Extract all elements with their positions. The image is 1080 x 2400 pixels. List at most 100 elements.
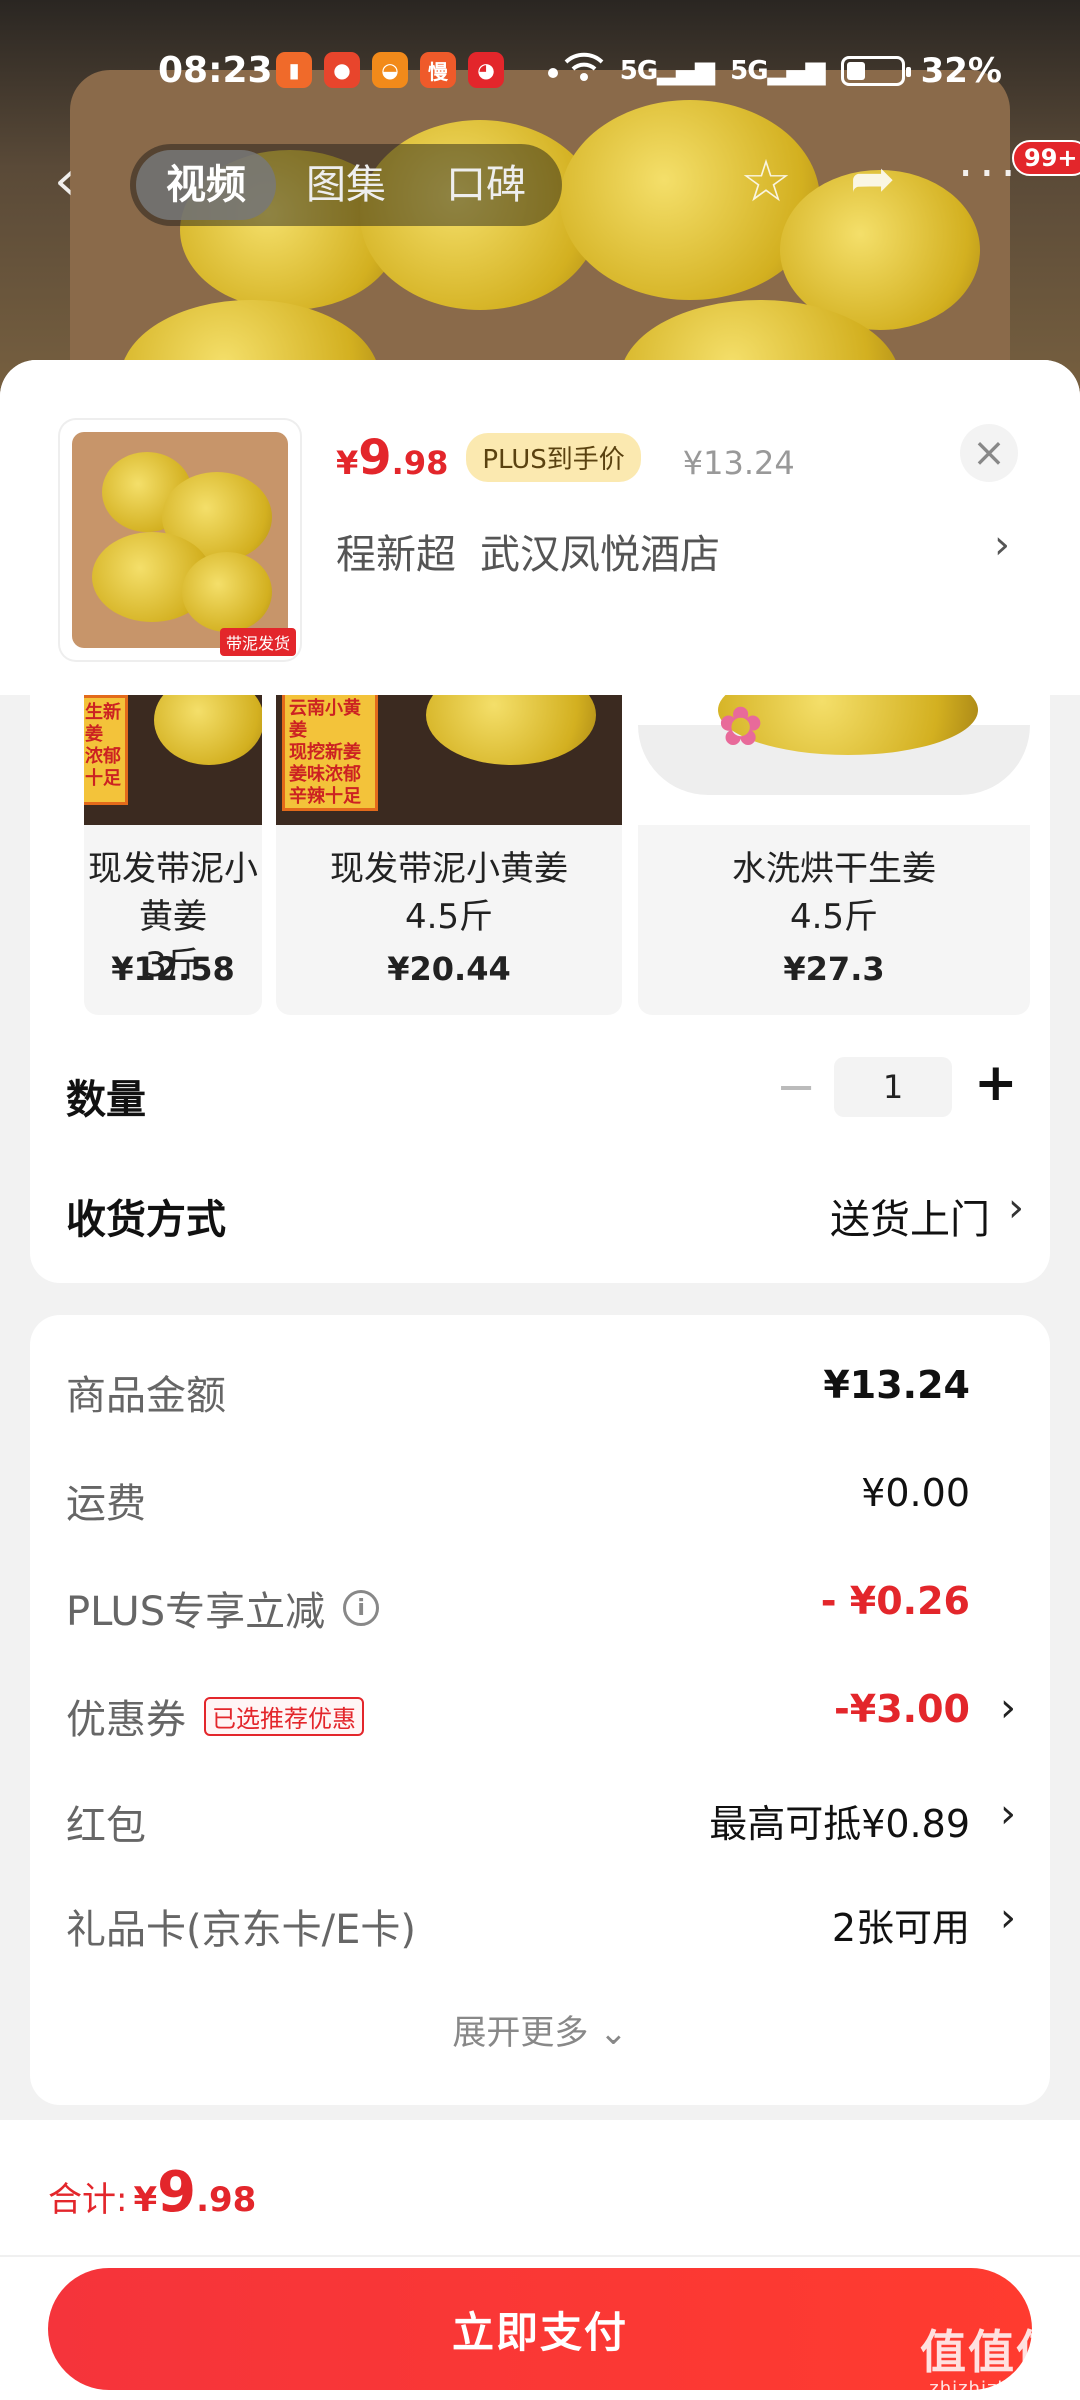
goods-amount-label: 商品金额 <box>66 1373 226 1419</box>
product-header: 带泥发货 ¥9.98 PLUS到手价 ¥13.24 × 程新超 武汉凤悦酒店 › <box>0 360 1080 695</box>
variant-price: ¥20.44 <box>387 950 511 988</box>
plus-price-tag: PLUS到手价 <box>466 433 641 482</box>
recommended-coupon-tag: 已选推荐优惠 <box>204 1696 364 1736</box>
red-packet-row[interactable]: 红包 最高可抵¥0.89 › <box>66 1785 1016 1855</box>
expand-more-button[interactable]: 展开更多 ⌄ <box>30 2005 1050 2054</box>
tab-reviews[interactable]: 口碑 <box>416 150 556 220</box>
freight-label: 运费 <box>66 1481 146 1527</box>
freight-value: ¥0.00 <box>861 1471 970 1515</box>
bottom-action-bar: 合计: ¥ 9 .98 立即支付 <box>0 2120 1080 2400</box>
chevron-right-icon[interactable]: › <box>1000 1685 1016 1731</box>
variant-sticker: 生新姜 浓郁 十足 <box>84 695 128 805</box>
man-app-icon: 慢 <box>420 52 456 88</box>
quantity-label: 数量 <box>66 1077 146 1123</box>
chevron-right-icon[interactable]: › <box>1000 1895 1016 1941</box>
status-bar: 08:23 ▮ ● ◒ 慢 ◕ 5G▂▄▆ 5G▂▄▆ 32% <box>0 0 1080 140</box>
tomato-app-icon: ● <box>324 52 360 88</box>
price-decimal: .98 <box>391 444 449 482</box>
ginger-shape <box>182 552 272 632</box>
back-icon[interactable]: ‹ <box>54 154 76 208</box>
ginger-shape <box>154 695 262 765</box>
plus-discount-value: - ¥0.26 <box>820 1579 970 1623</box>
quantity-decrease-button[interactable]: − <box>776 1059 816 1115</box>
chevron-right-icon[interactable]: › <box>1000 1791 1016 1837</box>
variant-price: ¥12.58 <box>111 950 235 988</box>
product-image <box>72 432 288 648</box>
shipping-method-label: 收货方式 <box>66 1197 226 1243</box>
gift-card-row[interactable]: 礼品卡(京东卡/E卡) 2张可用 › <box>66 1889 1016 1959</box>
status-time: 08:23 <box>158 50 273 91</box>
pay-now-button[interactable]: 立即支付 <box>48 2268 1032 2390</box>
coupon-value: -¥3.00 <box>834 1687 970 1731</box>
plus-discount-text: PLUS专享立减 <box>66 1589 326 1635</box>
more-notifications-dot <box>548 68 558 78</box>
price-summary-card: 商品金额 ¥13.24 运费 ¥0.00 PLUS专享立减 i - ¥0.26 … <box>30 1315 1050 2105</box>
goods-amount-value: ¥13.24 <box>823 1363 970 1407</box>
delivery-address: 武汉凤悦酒店 <box>480 532 720 578</box>
mud-shipping-tag: 带泥发货 <box>219 628 296 656</box>
variant-name: 水洗烘干生姜 4.5斤 <box>732 849 936 937</box>
status-right-group: 5G▂▄▆ 5G▂▄▆ 32% <box>564 50 1002 91</box>
variant-price: ¥27.3 <box>783 950 885 988</box>
wifi-icon <box>564 50 604 91</box>
gift-card-label: 礼品卡(京东卡/E卡) <box>66 1907 416 1953</box>
favorite-star-icon[interactable]: ☆ <box>740 152 792 210</box>
ginger-shape <box>426 695 596 765</box>
battery-percent: 32% <box>920 50 1002 91</box>
red-packet-value: 最高可抵¥0.89 <box>709 1802 970 1846</box>
variant-list: 生新姜 浓郁 十足 现发带泥小黄姜 3斤 ¥12.58 云南小黄姜 现挖新姜 姜… <box>84 695 1030 1015</box>
tab-video[interactable]: 视频 <box>136 150 276 220</box>
total-decimal: .98 <box>196 2180 257 2220</box>
info-icon[interactable]: i <box>343 1590 380 1626</box>
variant-item[interactable]: ✿ 水洗烘干生姜 4.5斤 ¥27.3 <box>638 695 1030 1015</box>
freight-row: 运费 ¥0.00 <box>66 1463 1016 1533</box>
flower-icon: ✿ <box>718 695 764 758</box>
plus-price: ¥9.98 <box>336 430 448 486</box>
options-card: 生新姜 浓郁 十足 现发带泥小黄姜 3斤 ¥12.58 云南小黄姜 现挖新姜 姜… <box>30 695 1050 1283</box>
recipient-name: 程新超 <box>336 532 456 578</box>
signal-icon: 5G▂▄▆ <box>730 55 825 86</box>
chevron-right-icon[interactable]: › <box>994 522 1010 568</box>
variant-image: ✿ <box>638 695 1030 825</box>
variant-sticker: 云南小黄姜 现挖新姜 姜味浓郁 辛辣十足 <box>282 695 378 811</box>
product-thumbnail[interactable]: 带泥发货 <box>60 420 300 660</box>
chevron-right-icon[interactable]: › <box>1008 1185 1024 1231</box>
close-button[interactable]: × <box>960 424 1018 482</box>
price-currency: ¥ <box>336 444 359 482</box>
coupon-label: 优惠券 已选推荐优惠 <box>66 1687 364 1745</box>
gift-card-value: 2张可用 <box>831 1906 970 1950</box>
price-integer: 9 <box>358 430 392 486</box>
message-badge: 99+ <box>1012 140 1080 176</box>
quantity-input[interactable]: 1 <box>834 1057 952 1117</box>
shipping-method-value[interactable]: 送货上门 <box>830 1187 990 1245</box>
plus-discount-row: PLUS专享立减 i - ¥0.26 <box>66 1571 1016 1641</box>
top-nav: ‹ 视频 图集 口碑 ☆ ➦ ··· 99+ <box>0 140 1080 230</box>
variant-item[interactable]: 云南小黄姜 现挖新姜 姜味浓郁 辛辣十足 现发带泥小黄姜 4.5斤 ¥20.44 <box>276 695 622 1015</box>
variant-item[interactable]: 生新姜 浓郁 十足 现发带泥小黄姜 3斤 ¥12.58 <box>84 695 262 1015</box>
plus-discount-label: PLUS专享立减 i <box>66 1579 380 1637</box>
coupon-text: 优惠券 <box>66 1697 186 1743</box>
orange-app-icon: ◒ <box>372 52 408 88</box>
quantity-increase-button[interactable]: + <box>974 1053 1018 1113</box>
media-tabs: 视频 图集 口碑 <box>130 144 562 226</box>
checkout-sheet: 带泥发货 ¥9.98 PLUS到手价 ¥13.24 × 程新超 武汉凤悦酒店 ›… <box>0 360 1080 2400</box>
variant-image: 生新姜 浓郁 十足 <box>84 695 262 825</box>
watermark: 值值值 zhizhizhi.com <box>920 2316 1064 2399</box>
watermark-url: zhizhizhi.com <box>929 2378 1064 2399</box>
total-label: 合计: <box>48 2180 128 2220</box>
book-app-icon: ▮ <box>276 52 312 88</box>
variant-image: 云南小黄姜 现挖新姜 姜味浓郁 辛辣十足 <box>276 695 622 825</box>
address-row[interactable]: 程新超 武汉凤悦酒店 <box>336 522 720 580</box>
signal-label: 5G <box>730 55 768 86</box>
price-row: ¥9.98 PLUS到手价 ¥13.24 <box>336 430 795 488</box>
watermark-logo: 值值值 <box>920 2325 1064 2379</box>
share-icon[interactable]: ➦ <box>850 152 895 206</box>
tab-gallery[interactable]: 图集 <box>276 150 416 220</box>
signal-label: 5G <box>619 55 658 86</box>
coupon-row[interactable]: 优惠券 已选推荐优惠 -¥3.00 › <box>66 1679 1016 1749</box>
variant-name: 现发带泥小黄姜 4.5斤 <box>330 849 568 937</box>
original-price: ¥13.24 <box>682 444 795 482</box>
order-total: 合计: ¥ 9 .98 <box>48 2160 256 2225</box>
signal-icon: 5G▂▄▆ <box>619 55 715 86</box>
divider <box>0 2255 1080 2257</box>
